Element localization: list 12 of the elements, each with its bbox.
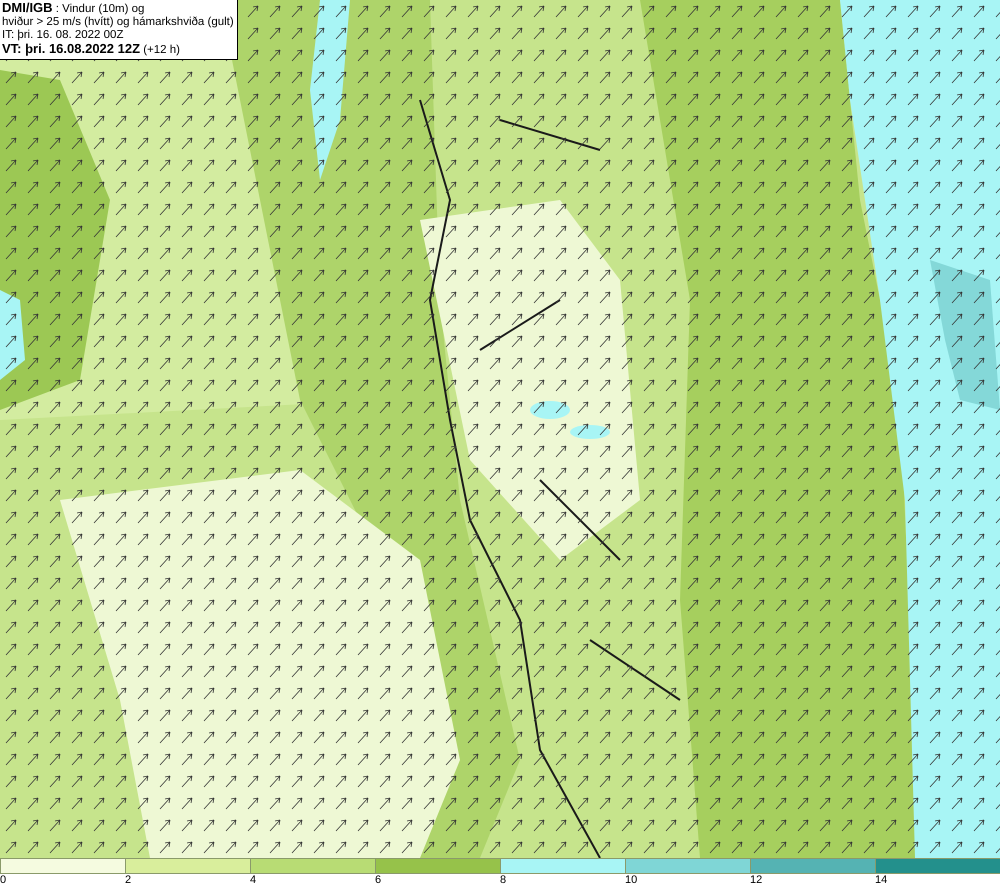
legend-tick-label: 10: [625, 874, 638, 886]
legend-tick-label: 12: [750, 874, 762, 886]
map-info-text: VT: þri. 16.08.2022 12Z (+12 h): [2, 42, 181, 57]
map-info-text: IT: þri. 16. 08. 2022 00Z: [2, 29, 124, 42]
legend-tick-label: 4: [250, 874, 256, 886]
map-info-text: hviður > 25 m/s (hvítt) og hámarkshviða (gult): [2, 16, 234, 29]
map-info-text: DMI/IGB : Vindur (10m) og: [2, 1, 146, 16]
legend-tick-label: 6: [375, 874, 382, 886]
legend-tick-label: 14: [875, 874, 888, 886]
legend-tick-label: 2: [125, 874, 132, 886]
legend-tick-label: 0: [0, 874, 6, 886]
legend-tick-label: 8: [500, 874, 506, 886]
